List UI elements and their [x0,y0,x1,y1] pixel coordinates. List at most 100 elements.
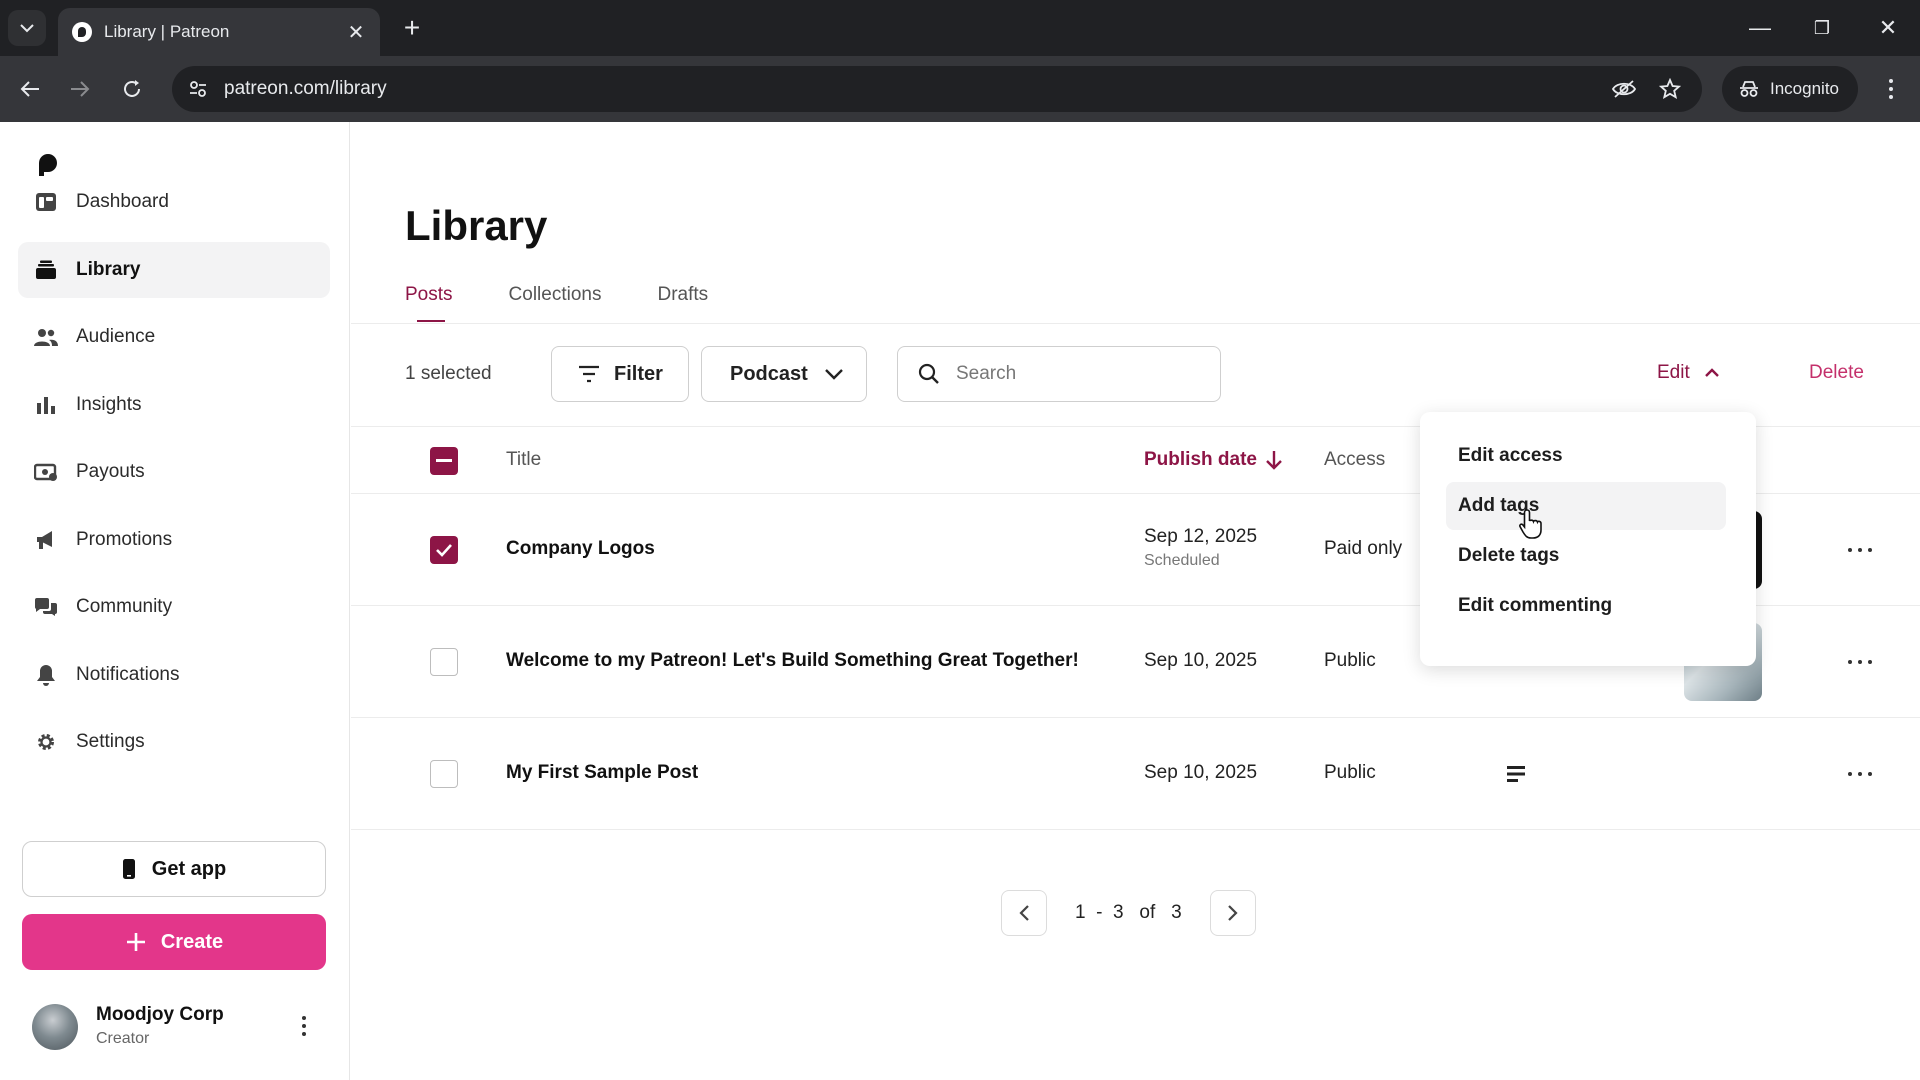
podcast-label: Podcast [730,362,808,385]
menu-item-edit-access[interactable]: Edit access [1446,432,1726,480]
search-input[interactable] [956,363,1196,385]
site-info-icon [190,81,206,97]
search-field[interactable] [897,346,1221,402]
pagination-range: 1 - 3 of 3 [1075,902,1182,923]
row-checkbox[interactable] [430,536,458,564]
tab-strip: Library | Patreon ✕ + — ❐ ✕ [0,0,1920,56]
filter-label: Filter [614,362,663,385]
tab-posts[interactable]: Posts [405,284,453,324]
tab-close-icon[interactable]: ✕ [344,20,368,45]
address-bar[interactable]: patreon.com/library [172,66,1702,112]
back-button[interactable] [12,71,48,107]
edit-label: Edit [1657,362,1690,383]
sidebar-item-label: Notifications [76,663,180,685]
menu-item-add-tags[interactable]: Add tags [1446,482,1726,530]
table-row[interactable]: My First Sample Post Sep 10, 2025 Public [351,718,1920,830]
sidebar-item-dashboard[interactable]: Dashboard [18,174,330,230]
column-header-label: Publish date [1144,449,1257,470]
column-header-title[interactable]: Title [506,449,541,471]
post-title[interactable]: Company Logos [506,538,655,560]
row-more-icon[interactable] [1848,657,1872,667]
prev-page-button[interactable] [1001,890,1047,936]
post-date: Sep 10, 2025 [1144,762,1258,783]
row-checkbox[interactable] [430,760,458,788]
forward-button[interactable] [62,71,98,107]
sidebar-item-label: Payouts [76,461,145,482]
tab-search-button[interactable] [8,10,46,46]
selected-count: 1 selected [405,363,492,384]
row-more-icon[interactable] [1848,769,1872,779]
column-header-publish-date[interactable]: Publish date [1144,449,1283,471]
create-button[interactable]: Create [22,914,326,970]
sidebar-item-label: Settings [76,731,145,752]
post-date: Sep 12, 2025 [1144,526,1258,547]
sidebar-item-notifications[interactable]: Notifications [18,647,330,703]
avatar[interactable] [32,1004,78,1050]
post-title[interactable]: My First Sample Post [506,762,698,784]
phone-icon [122,859,135,879]
browser-menu-button[interactable] [1876,73,1906,105]
row-more-icon[interactable] [1848,545,1872,555]
browser-toolbar: patreon.com/library Incognito [0,56,1920,122]
get-app-button[interactable]: Get app [22,841,326,897]
arrow-right-icon [71,81,90,97]
podcast-dropdown[interactable]: Podcast [701,346,867,402]
tabs-divider [351,323,1920,324]
sidebar-item-settings[interactable]: Settings [18,714,330,770]
get-app-label: Get app [151,857,227,880]
community-icon [34,595,58,619]
restore-button[interactable]: ❐ [1802,10,1842,46]
post-date: Sep 10, 2025 [1144,650,1258,671]
sidebar-item-community[interactable]: Community [18,579,330,635]
next-page-button[interactable] [1209,890,1256,936]
sidebar-item-promotions[interactable]: Promotions [18,512,330,568]
column-header-access[interactable]: Access [1324,449,1385,471]
tab-drafts[interactable]: Drafts [657,284,708,324]
browser-tab[interactable]: Library | Patreon ✕ [58,8,380,56]
post-access: Paid only [1324,538,1403,559]
new-tab-button[interactable]: + [396,12,428,44]
page-title: Library [405,202,548,249]
delete-button[interactable]: Delete [1809,362,1864,384]
select-all-checkbox[interactable] [430,447,458,475]
sidebar-item-insights[interactable]: Insights [18,377,330,433]
search-icon [918,363,939,384]
filter-button[interactable]: Filter [551,346,689,402]
pagination: 1 - 3 of 3 [1001,890,1256,936]
reload-icon [124,80,140,97]
payouts-icon [34,460,58,484]
check-icon [436,544,452,557]
bookmark-star-icon[interactable] [1656,75,1684,103]
reload-button[interactable] [114,71,150,107]
row-checkbox[interactable] [430,648,458,676]
audience-icon [34,325,58,349]
profile-more-icon[interactable] [294,1010,314,1042]
sidebar-nav: Dashboard Library Audience Insights Payo… [18,174,330,782]
tab-collections[interactable]: Collections [509,284,602,324]
window-close-button[interactable]: ✕ [1868,10,1908,46]
chevron-left-icon [1019,905,1029,921]
sidebar-item-library[interactable]: Library [18,241,330,298]
post-status: Scheduled [1144,552,1220,569]
post-title[interactable]: Welcome to my Patreon! Let's Build Somet… [506,650,1079,672]
edit-dropdown-menu: Edit access Add tags Delete tags Edit co… [1420,412,1756,666]
menu-item-edit-commenting[interactable]: Edit commenting [1446,582,1726,630]
edit-menu-button[interactable]: Edit [1657,362,1720,384]
profile-name: Moodjoy Corp [96,1004,224,1025]
profile-card[interactable]: Moodjoy Corp Creator [32,1000,332,1056]
eye-off-icon[interactable] [1610,75,1638,103]
sidebar-item-payouts[interactable]: Payouts [18,444,330,500]
gear-icon [34,730,58,754]
sidebar-item-label: Library [76,258,141,280]
minimize-button[interactable]: — [1740,10,1780,46]
plus-icon [126,933,145,951]
patreon-favicon-icon [72,22,92,42]
menu-item-delete-tags[interactable]: Delete tags [1446,532,1726,580]
chevron-down-icon [20,24,34,33]
sidebar-item-audience[interactable]: Audience [18,309,330,365]
sidebar-item-label: Dashboard [76,191,169,212]
sidebar-item-label: Audience [76,326,156,347]
incognito-badge[interactable]: Incognito [1722,66,1858,112]
post-access: Public [1324,650,1376,671]
hand-cursor-icon [1519,509,1542,539]
